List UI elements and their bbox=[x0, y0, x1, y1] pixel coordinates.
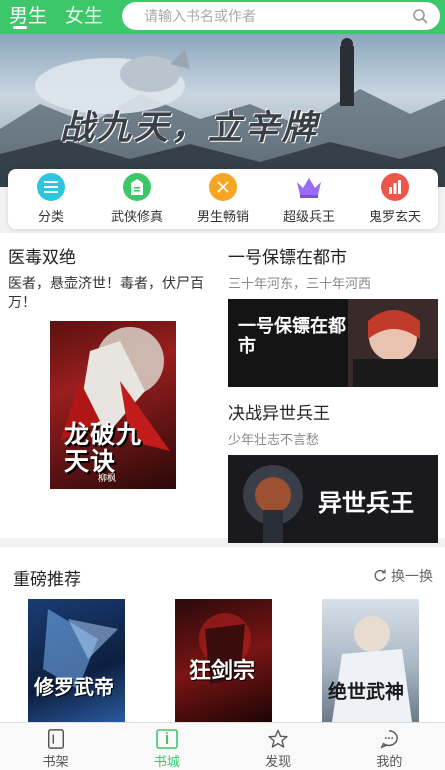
nav-category[interactable]: 分类 bbox=[11, 173, 91, 225]
chart-icon bbox=[381, 173, 409, 201]
nav-label: 鬼罗玄天 bbox=[368, 210, 421, 225]
featured-left-book[interactable]: 医毒双绝 医者，悬壶济世！毒者，伏尸百万！ 龙破九天诀 柳枫 bbox=[8, 243, 213, 489]
tab-profile[interactable]: 我的 bbox=[334, 723, 445, 770]
nav-bestseller[interactable]: 男生畅销 bbox=[183, 173, 263, 225]
featured-book-1[interactable]: 一号保镖在都市 三十年河东，三十年河西 一号保镖在都市 bbox=[228, 243, 440, 387]
category-icon bbox=[37, 173, 65, 201]
nav-label: 分类 bbox=[37, 210, 64, 225]
book-title: 医毒双绝 bbox=[8, 248, 76, 268]
promo-banner[interactable]: 战九天，立辛牌 bbox=[0, 34, 445, 187]
recommend-book-2[interactable]: 狂剑宗 bbox=[175, 599, 272, 722]
tab-bookshelf[interactable]: 书架 bbox=[0, 723, 111, 770]
bottom-tab-bar: 书架 书城 发现 我的 bbox=[0, 722, 445, 770]
tab-label: 书架 bbox=[42, 755, 69, 770]
recommend-book-1[interactable]: 修罗武帝 bbox=[28, 599, 125, 722]
tab-female[interactable]: 女生 bbox=[65, 0, 103, 34]
banner-title: 一号保镖在都市 bbox=[238, 316, 346, 357]
search-input[interactable]: 请输入书名或作者 bbox=[122, 2, 440, 30]
book-subtitle: 少年壮志不言愁 bbox=[228, 433, 320, 448]
search-icon[interactable] bbox=[412, 8, 428, 24]
refresh-button[interactable]: 换一换 bbox=[373, 566, 433, 586]
book-cover[interactable]: 龙破九天诀 柳枫 bbox=[50, 321, 176, 489]
tab-label: 发现 bbox=[265, 755, 292, 770]
quick-nav: 分类 武侠修真 男生畅销 超级兵王 鬼罗玄天 bbox=[8, 169, 438, 229]
nav-martial[interactable]: 武侠修真 bbox=[97, 173, 177, 225]
book-banner[interactable]: 异世兵王 bbox=[228, 455, 438, 543]
cover-title: 狂剑宗 bbox=[189, 658, 256, 684]
book-description: 医者，悬壶济世！毒者，伏尸百万！ bbox=[8, 276, 204, 311]
star-icon bbox=[268, 729, 288, 748]
book-banner[interactable]: 一号保镖在都市 bbox=[228, 299, 438, 387]
nav-label: 超级兵王 bbox=[282, 210, 335, 225]
tab-discover[interactable]: 发现 bbox=[223, 723, 334, 770]
refresh-icon bbox=[374, 569, 386, 582]
tab-bookstore[interactable]: 书城 bbox=[111, 723, 222, 770]
featured-right-list: 一号保镖在都市 三十年河东，三十年河西 一号保镖在都市 决战异世兵王 少年壮志不… bbox=[228, 243, 440, 543]
banner-title: 异世兵王 bbox=[318, 488, 414, 517]
book-subtitle: 三十年河东，三十年河西 bbox=[228, 277, 372, 292]
cover-art bbox=[43, 609, 118, 689]
nav-label: 武侠修真 bbox=[110, 210, 163, 225]
cover-title: 龙破九天诀 bbox=[64, 420, 143, 476]
book-title: 决战异世兵王 bbox=[228, 404, 330, 424]
tab-label: 书城 bbox=[153, 755, 180, 770]
cover-title: 绝世武神 bbox=[328, 681, 405, 703]
section-title: 重磅推荐 bbox=[13, 570, 81, 590]
nav-label: 男生畅销 bbox=[196, 210, 249, 225]
nav-ranking[interactable]: 鬼罗玄天 bbox=[355, 173, 435, 225]
cover-author: 柳枫 bbox=[98, 474, 117, 484]
nav-soldier-king[interactable]: 超级兵王 bbox=[269, 173, 349, 225]
top-bar: 男生 女生 请输入书名或作者 bbox=[0, 0, 445, 34]
search-placeholder: 请输入书名或作者 bbox=[144, 9, 256, 25]
banner-title: 战九天，立辛牌 bbox=[60, 108, 319, 148]
featured-book-2[interactable]: 决战异世兵王 少年壮志不言愁 异世兵王 bbox=[228, 399, 440, 543]
bookshelf-icon bbox=[47, 729, 64, 749]
bestseller-icon bbox=[209, 173, 237, 201]
featured-section: 医毒双绝 医者，悬壶济世！毒者，伏尸百万！ 龙破九天诀 柳枫 一号保镖在都市 三… bbox=[0, 233, 445, 543]
recommend-book-3[interactable]: 绝世武神 bbox=[322, 599, 419, 722]
profile-icon bbox=[380, 730, 399, 749]
martial-icon bbox=[123, 173, 151, 201]
tab-label: 我的 bbox=[376, 755, 403, 770]
book-title: 一号保镖在都市 bbox=[228, 248, 347, 268]
tab-male[interactable]: 男生 bbox=[9, 0, 47, 34]
recommend-section: 重磅推荐 换一换 修罗武帝 狂剑宗 绝世武神 bbox=[0, 547, 445, 722]
bookstore-icon bbox=[156, 729, 178, 749]
refresh-label: 换一换 bbox=[391, 569, 433, 585]
crown-icon bbox=[295, 173, 323, 201]
cover-title: 修罗武帝 bbox=[34, 675, 114, 699]
